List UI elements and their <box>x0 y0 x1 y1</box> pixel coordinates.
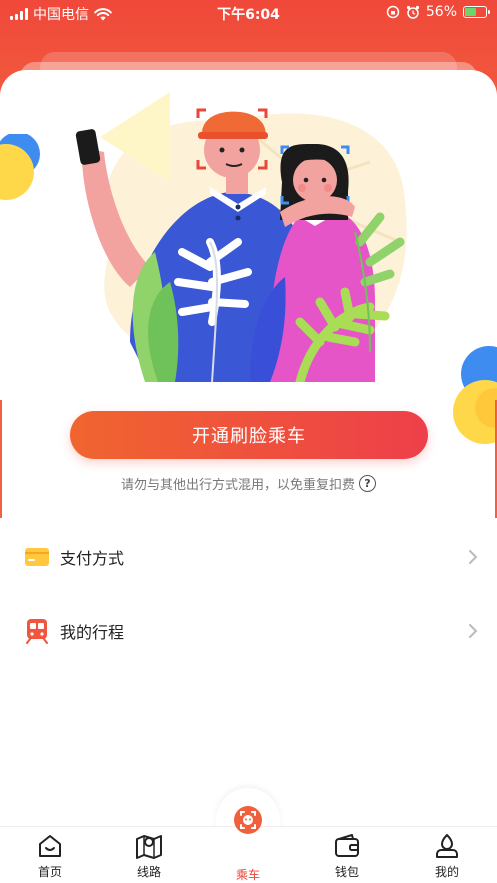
map-route-icon <box>136 835 162 859</box>
hint-text: 请勿与其他出行方式混用，以免重复扣费 <box>120 478 355 493</box>
chevron-right-icon <box>469 624 478 638</box>
decorative-balls-left <box>0 134 40 200</box>
menu-item-my-trips[interactable]: 我的行程 <box>0 594 497 668</box>
card-icon <box>25 548 49 566</box>
open-face-ride-button[interactable]: 开通刷脸乘车 <box>70 411 428 459</box>
tab-label: 我的 <box>434 865 459 879</box>
screen-lock-icon <box>386 5 400 19</box>
tab-label: 线路 <box>136 865 161 879</box>
home-icon <box>39 835 61 857</box>
alarm-icon <box>406 5 419 19</box>
battery-icon <box>463 6 490 18</box>
help-icon[interactable]: ? <box>359 475 376 492</box>
status-bar: 中国电信 下午6:04 56% <box>0 0 497 26</box>
menu-item-label: 支付方式 <box>60 549 125 568</box>
decorative-balls-right <box>453 346 497 444</box>
tab-routes[interactable]: 线路 <box>109 833 189 880</box>
status-right: 56% <box>386 4 490 20</box>
battery-fill <box>465 8 477 16</box>
tab-profile[interactable]: 我的 <box>407 833 487 880</box>
tab-label: 钱包 <box>334 865 359 879</box>
wallet-icon <box>335 834 359 857</box>
profile-icon <box>436 834 458 858</box>
face-scan-icon[interactable] <box>231 803 265 837</box>
card-edge <box>0 400 2 518</box>
mixed-use-hint: 请勿与其他出行方式混用，以免重复扣费 ? <box>0 474 497 493</box>
menu-item-label: 我的行程 <box>60 623 125 642</box>
battery-percent: 56% <box>425 4 457 20</box>
tab-wallet[interactable]: 钱包 <box>307 833 387 880</box>
tab-label: 首页 <box>37 865 62 879</box>
menu-list: 支付方式 我的行程 <box>0 520 497 668</box>
tab-home[interactable]: 首页 <box>10 833 90 880</box>
train-icon <box>26 619 48 644</box>
face-scan-illustration <box>75 92 407 382</box>
tab-ride-label[interactable]: 乘车 <box>208 866 288 883</box>
chevron-right-icon <box>469 550 478 564</box>
menu-item-payment-method[interactable]: 支付方式 <box>0 520 497 594</box>
